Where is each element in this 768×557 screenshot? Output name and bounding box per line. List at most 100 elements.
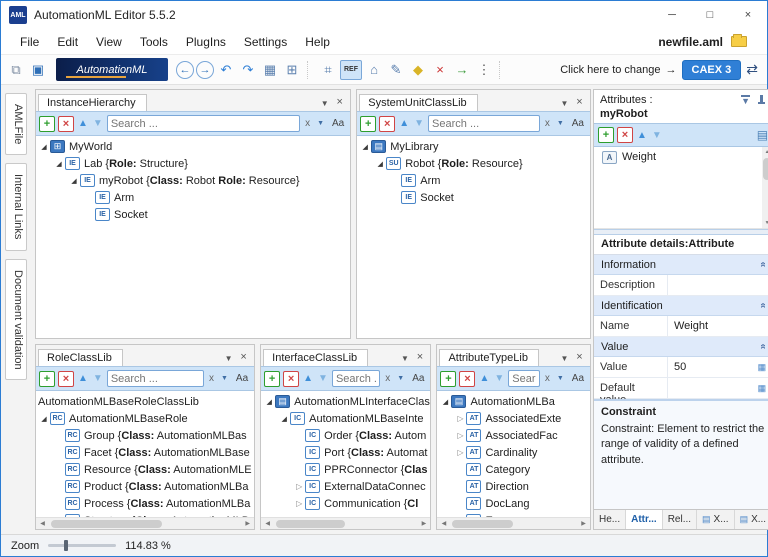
panel-close-icon[interactable]: ×	[572, 96, 587, 111]
scroll-right-icon[interactable]: ▶	[417, 520, 430, 527]
remove-icon[interactable]: ×	[430, 60, 450, 80]
key-icon[interactable]: ◆	[408, 60, 428, 80]
search-options-icon[interactable]: ▼	[395, 375, 406, 382]
search-input[interactable]	[335, 372, 377, 385]
panel-tab-role-class-lib[interactable]: RoleClassLib	[38, 349, 123, 366]
scrollbar-thumb[interactable]	[452, 520, 514, 528]
tab-relation-details[interactable]: Rel...	[663, 510, 698, 529]
panel-close-icon[interactable]: ×	[572, 351, 587, 366]
move-down-icon[interactable]: ▼	[317, 373, 329, 384]
horizontal-scrollbar[interactable]: ◀ ▶	[437, 517, 591, 529]
close-button[interactable]: ×	[729, 1, 767, 29]
search-clear-icon[interactable]: x	[303, 118, 312, 129]
delete-attribute-button[interactable]: ×	[617, 127, 633, 143]
add-element-button[interactable]: +	[360, 115, 377, 132]
tree-row[interactable]: IC PPRConnector {Clas	[261, 461, 430, 478]
section-identification[interactable]: Identification »	[594, 296, 768, 316]
tree-row[interactable]: ◢ ⊞ MyWorld	[36, 138, 350, 155]
match-case-button[interactable]: Aa	[569, 373, 587, 384]
ref-toggle-button[interactable]: REF	[340, 59, 362, 80]
forward-icon[interactable]: →	[196, 60, 214, 79]
section-value[interactable]: Value »	[594, 337, 768, 357]
minimize-button[interactable]: ─	[653, 1, 691, 29]
expander-closed-icon[interactable]: ▷	[454, 414, 466, 423]
description-value[interactable]	[668, 275, 768, 295]
move-down-icon[interactable]: ▼	[493, 373, 505, 384]
match-case-button[interactable]: Aa	[233, 373, 251, 384]
move-up-icon[interactable]: ▲	[302, 373, 314, 384]
filter-icon[interactable]: ▼	[741, 95, 751, 106]
caex-change-hint[interactable]: Click here to change	[560, 64, 660, 76]
sidebar-tab-amlfile[interactable]: AMLFile	[5, 93, 27, 156]
name-value[interactable]: Weight	[668, 316, 768, 336]
menu-file[interactable]: File	[11, 35, 48, 49]
search-input[interactable]	[432, 117, 536, 130]
collapse-icon[interactable]: »	[757, 303, 768, 309]
default-table-icon[interactable]: ▦	[758, 383, 767, 394]
vertical-scrollbar[interactable]: ▲ ▼	[762, 147, 768, 228]
match-case-button[interactable]: Aa	[569, 118, 587, 129]
tree-row[interactable]: IE Arm	[36, 189, 350, 206]
relations-icon[interactable]: ⌗	[318, 60, 338, 80]
expander-open-icon[interactable]: ◢	[439, 398, 451, 406]
collapse-icon[interactable]: »	[757, 344, 768, 350]
convert-icon[interactable]: ⇄	[746, 61, 758, 78]
tree-row[interactable]: ◢ SU Robot {Role: Resource}	[357, 155, 590, 172]
expander-closed-icon[interactable]: ▷	[293, 499, 305, 508]
scroll-left-icon[interactable]: ◀	[437, 520, 450, 527]
move-down-icon[interactable]: ▼	[92, 373, 104, 384]
move-up-icon[interactable]: ▲	[77, 118, 89, 129]
tab-attribute-details[interactable]: Attr...	[626, 510, 663, 529]
expander-open-icon[interactable]: ◢	[359, 143, 371, 151]
match-case-button[interactable]: Aa	[409, 373, 427, 384]
expander-closed-icon[interactable]: ▷	[454, 431, 466, 440]
move-down-icon[interactable]: ▼	[413, 118, 425, 129]
scroll-down-icon[interactable]: ▼	[765, 218, 768, 228]
panel-menu-icon[interactable]: ▼	[557, 354, 572, 366]
tree-row[interactable]: ◢ IE Lab {Role: Structure}	[36, 155, 350, 172]
scroll-left-icon[interactable]: ◀	[36, 520, 49, 527]
delete-element-button[interactable]: ×	[459, 370, 476, 387]
panel-tab-instance-hierarchy[interactable]: InstanceHierarchy	[38, 94, 147, 111]
grid-zoom-icon[interactable]: ⊞	[282, 60, 302, 80]
tree-row[interactable]: ◢ ▤ AutomationMLInterfaceClas	[261, 393, 430, 410]
tree-row[interactable]: ◢ IE myRobot {Class: Robot Role: Resource}	[36, 172, 350, 189]
folder-icon[interactable]	[731, 34, 747, 47]
scrollbar-thumb[interactable]	[763, 158, 768, 180]
add-element-button[interactable]: +	[39, 370, 55, 387]
menu-view[interactable]: View	[87, 35, 131, 49]
back-icon[interactable]: ←	[176, 60, 194, 79]
tree-row[interactable]: RC Facet {Class: AutomationMLBase	[36, 444, 254, 461]
scroll-right-icon[interactable]: ▶	[577, 520, 590, 527]
tree-row[interactable]: ▷ IC Communication {Cl	[261, 495, 430, 512]
overflow-icon[interactable]: ⋮	[474, 60, 494, 80]
collapse-icon[interactable]: »	[757, 262, 768, 268]
tree-row[interactable]: AT Direction	[437, 478, 590, 495]
search-clear-icon[interactable]: x	[383, 373, 392, 384]
menu-plugins[interactable]: PlugIns	[177, 35, 235, 49]
search-options-icon[interactable]: ▼	[555, 120, 566, 127]
tree-row[interactable]: ▷ AT AssociatedExte	[437, 410, 590, 427]
panel-tab-system-unit-class-lib[interactable]: SystemUnitClassLib	[359, 94, 478, 111]
maximize-button[interactable]: □	[691, 1, 729, 29]
save-icon[interactable]: ▣	[28, 60, 48, 80]
menu-settings[interactable]: Settings	[235, 35, 296, 49]
panel-close-icon[interactable]: ×	[412, 351, 427, 366]
scroll-right-icon[interactable]: ▶	[241, 520, 254, 527]
panel-menu-icon[interactable]: ▼	[557, 99, 572, 111]
scrollbar-thumb[interactable]	[51, 520, 163, 528]
expander-closed-icon[interactable]: ▷	[293, 482, 305, 491]
tree-row[interactable]: ▷ IC ExternalDataConnec	[261, 478, 430, 495]
tree-row[interactable]: AutomationMLBaseRoleClassLib	[36, 393, 254, 410]
attribute-row-weight[interactable]: A Weight	[594, 147, 768, 167]
expander-open-icon[interactable]: ◢	[38, 415, 50, 423]
delete-element-button[interactable]: ×	[283, 370, 300, 387]
expander-open-icon[interactable]: ◢	[374, 160, 386, 168]
panel-close-icon[interactable]: ×	[332, 96, 347, 111]
edit-icon[interactable]: ✎	[386, 60, 406, 80]
tab-xml-2[interactable]: ▤ X...	[735, 510, 768, 529]
search-clear-icon[interactable]: x	[543, 373, 552, 384]
search-options-icon[interactable]: ▼	[555, 375, 566, 382]
default-value-field[interactable]: ▦	[668, 378, 768, 398]
zoom-slider-thumb[interactable]	[64, 540, 69, 551]
